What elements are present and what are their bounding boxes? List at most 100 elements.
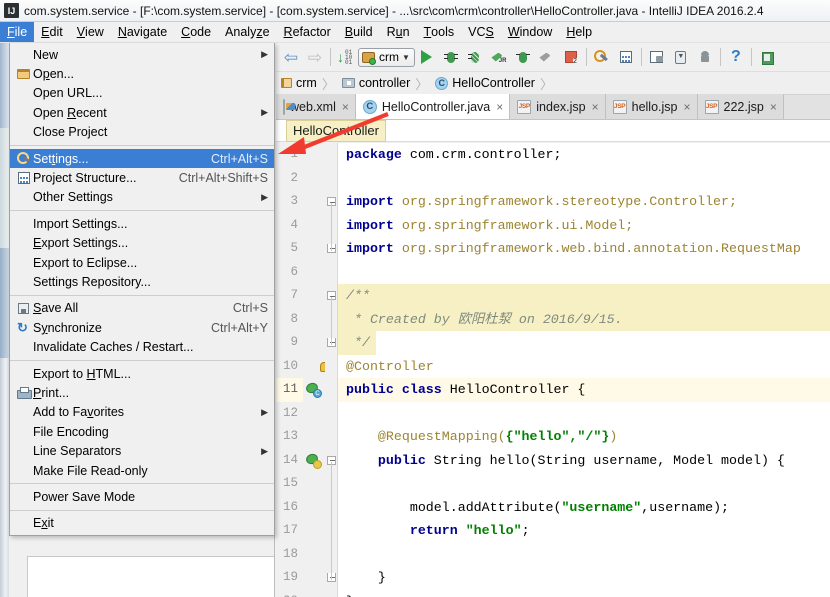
file-menu-item-export-settings[interactable]: Export Settings... — [10, 234, 274, 253]
gutter-override-icon[interactable]: C — [304, 381, 322, 398]
code-line[interactable]: package com.crm.controller; — [338, 143, 830, 167]
file-menu-item-save-all[interactable]: Save All Ctrl+S — [10, 299, 274, 318]
code-line[interactable]: public String hello(String username, Mod… — [338, 449, 830, 473]
sync-gradle-icon[interactable] — [755, 45, 779, 69]
close-icon[interactable]: × — [684, 100, 691, 114]
close-icon[interactable]: × — [770, 100, 777, 114]
file-menu-item-settings[interactable]: Settings... Ctrl+Alt+S — [10, 148, 274, 169]
code-line[interactable]: import org.springframework.stereotype.Co… — [338, 190, 830, 214]
file-menu-item-open-recent[interactable]: Open Recent ▶ — [10, 103, 274, 122]
menu-window[interactable]: Window — [501, 22, 559, 42]
file-menu-item-power-save-mode[interactable]: Power Save Mode — [10, 487, 274, 506]
forward-arrow-icon[interactable]: ⇨ — [303, 45, 327, 69]
file-menu-item-make-file-read-only[interactable]: Make File Read-only — [10, 461, 274, 480]
editor-tab-hello-jsp[interactable]: JSP hello.jsp × — [605, 94, 698, 119]
file-menu-item-import-settings[interactable]: Import Settings... — [10, 214, 274, 233]
attach-process-icon[interactable] — [535, 45, 559, 69]
code-line[interactable]: /** — [338, 284, 830, 308]
code-line[interactable]: model.addAttribute("username",username); — [338, 496, 830, 520]
file-menu-item-open[interactable]: Open... — [10, 64, 274, 83]
menu-tools[interactable]: Tools — [417, 22, 462, 42]
code-line[interactable]: */ — [338, 331, 830, 355]
close-icon[interactable]: × — [592, 100, 599, 114]
file-menu-item-synchronize[interactable]: ↻ Synchronize Ctrl+Alt+Y — [10, 318, 274, 337]
project-structure-icon[interactable] — [614, 45, 638, 69]
code-line[interactable]: } — [338, 590, 830, 597]
breadcrumb-item-crm[interactable]: crm 〉 — [279, 72, 340, 95]
editor-tab-index-jsp[interactable]: JSP index.jsp × — [510, 94, 606, 119]
left-tool-window-bar[interactable] — [0, 43, 9, 597]
code-line[interactable] — [338, 472, 830, 496]
editor-tab-bar[interactable]: web.xml × C HelloController.java × JSP index.j… — [276, 94, 830, 120]
code-line[interactable]: * Created by 欧阳杜洯 on 2016/9/15. — [338, 307, 830, 331]
stop-icon[interactable]: 2 — [559, 45, 583, 69]
editor-tab-hellocontroller-java[interactable]: C HelloController.java × — [355, 94, 511, 119]
file-menu-item-export-to-eclipse[interactable]: Export to Eclipse... — [10, 253, 274, 272]
code-line[interactable] — [338, 402, 830, 426]
breadcrumb[interactable]: crm 〉 controller 〉 C HelloController 〉 — [276, 72, 830, 95]
code-line[interactable]: } — [338, 566, 830, 590]
code-line[interactable] — [338, 543, 830, 567]
file-menu-item-other-settings[interactable]: Other Settings ▶ — [10, 188, 274, 207]
editor-tab-222-jsp[interactable]: JSP 222.jsp × — [697, 94, 784, 119]
code-text-area[interactable]: package com.crm.controller; import org.s… — [338, 143, 830, 597]
android-device-monitor-icon[interactable] — [693, 45, 717, 69]
code-line[interactable]: @Controller — [338, 355, 830, 379]
menu-vcs[interactable]: VC S — [461, 22, 501, 42]
file-menu-item-open-url[interactable]: Open URL... — [10, 84, 274, 103]
update-project-icon[interactable]: ↓ 01 10 01 — [334, 45, 358, 69]
code-editor[interactable]: 1234567891011121314151617181920 C packag… — [276, 143, 830, 597]
file-menu-item-add-to-favorites[interactable]: Add to Favorites ▶ — [10, 403, 274, 422]
file-menu-dropdown[interactable]: New ▶ Open... Open URL... Open Recent ▶ Close … — [9, 43, 275, 536]
menu-view[interactable]: View — [70, 22, 111, 42]
run-with-profiler-icon[interactable]: JR — [487, 45, 511, 69]
code-token: */ — [346, 335, 370, 350]
editor-tab-web-xml[interactable]: web.xml × — [276, 94, 356, 119]
menu-help[interactable]: Help — [559, 22, 599, 42]
code-line[interactable]: @RequestMapping({"hello","/"}) — [338, 425, 830, 449]
menu-navigate[interactable]: Navigate — [111, 22, 174, 42]
debug-jr-icon[interactable] — [511, 45, 535, 69]
menu-edit[interactable]: Edit — [34, 22, 70, 42]
avd-manager-icon[interactable] — [645, 45, 669, 69]
sdk-download-icon[interactable] — [669, 45, 693, 69]
gutter-override-icon[interactable] — [304, 451, 322, 469]
file-menu-item-export-to-html[interactable]: Export to HTML... — [10, 364, 274, 383]
debug-icon[interactable] — [439, 45, 463, 69]
menu-build[interactable]: Build — [338, 22, 380, 42]
code-line[interactable] — [338, 261, 830, 285]
file-menu-item-close-project[interactable]: Close Project — [10, 123, 274, 142]
code-line[interactable] — [338, 167, 830, 191]
back-arrow-icon[interactable]: ⇦ — [279, 45, 303, 69]
menu-refactor[interactable]: Refactor — [277, 22, 338, 42]
code-line[interactable]: import org.springframework.ui.Model; — [338, 214, 830, 238]
gutter-marker-column[interactable]: C — [303, 143, 329, 597]
breadcrumb-item-hellocontroller[interactable]: C HelloController 〉 — [433, 72, 558, 95]
run-icon[interactable] — [415, 45, 439, 69]
file-menu-item-line-separators[interactable]: Line Separators ▶ — [10, 441, 274, 460]
menu-file[interactable]: File — [0, 22, 35, 42]
close-icon[interactable]: × — [342, 100, 349, 114]
code-folding-column[interactable] — [325, 143, 338, 597]
code-line[interactable]: return "hello"; — [338, 519, 830, 543]
menu-code[interactable]: Code — [174, 22, 218, 42]
help-icon[interactable]: ? — [724, 45, 748, 69]
run-configuration-selector[interactable]: crm ▼ — [358, 45, 415, 69]
close-icon[interactable]: × — [496, 100, 503, 114]
code-line[interactable]: public class HelloController { — [338, 378, 830, 402]
file-menu-item-file-encoding[interactable]: File Encoding — [10, 422, 274, 441]
file-menu-item-exit[interactable]: Exit — [10, 514, 274, 533]
code-line[interactable]: import org.springframework.web.bind.anno… — [338, 237, 830, 261]
coverage-icon[interactable] — [463, 45, 487, 69]
file-menu-item-project-structure[interactable]: Project Structure... Ctrl+Alt+Shift+S — [10, 168, 274, 187]
file-menu-item-new[interactable]: New ▶ — [10, 45, 274, 64]
file-menu-item-print[interactable]: Print... — [10, 383, 274, 402]
settings-wrench-icon[interactable] — [590, 45, 614, 69]
breadcrumb-item-controller[interactable]: controller 〉 — [340, 72, 433, 95]
menu-bar[interactable]: File Edit View Navigate Code Analy z e Refactor B… — [0, 22, 830, 43]
file-menu-item-invalidate-caches-restart[interactable]: Invalidate Caches / Restart... — [10, 337, 274, 356]
menu-run[interactable]: Run — [380, 22, 417, 42]
file-menu-item-settings-repository[interactable]: Settings Repository... — [10, 272, 274, 291]
main-toolbar[interactable]: ⇦ ⇨ ↓ 01 10 01 crm ▼ JR 2 ▼ ? — [276, 43, 830, 72]
menu-analyze[interactable]: Analy z e — [218, 22, 276, 42]
